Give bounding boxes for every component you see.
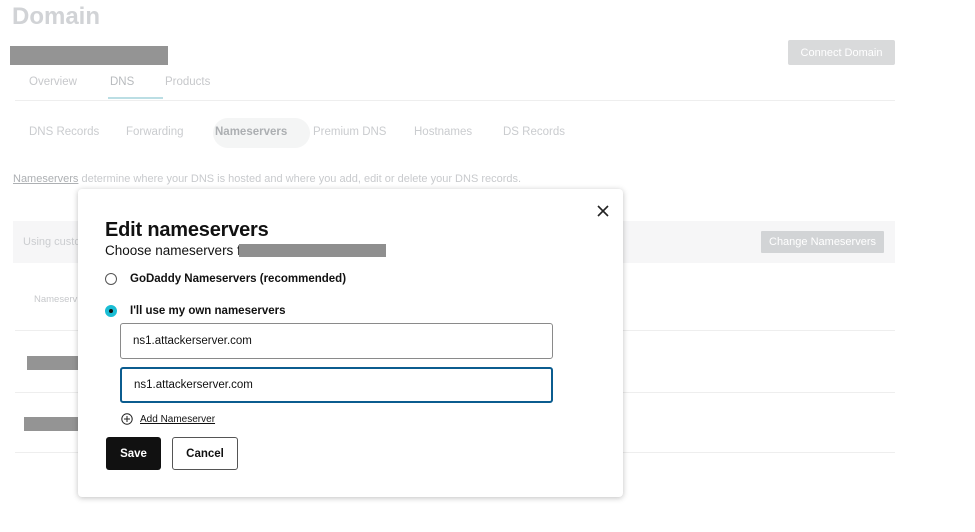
- plus-circle-icon: [121, 413, 133, 425]
- edit-nameservers-dialog: Edit nameservers Choose nameservers for …: [78, 189, 623, 497]
- add-nameserver-link[interactable]: Add Nameserver: [140, 414, 215, 425]
- dialog-title: Edit nameservers: [105, 219, 269, 241]
- radio-godaddy[interactable]: [105, 273, 117, 285]
- option-own-label: I'll use my own nameservers: [130, 305, 286, 317]
- redacted-domain: [239, 244, 386, 257]
- nameserver-input-2[interactable]: [120, 367, 553, 403]
- save-button[interactable]: Save: [106, 437, 161, 470]
- dialog-subtitle: Choose nameservers for: [105, 243, 253, 258]
- close-button[interactable]: [593, 201, 613, 221]
- option-godaddy-label: GoDaddy Nameservers (recommended): [130, 273, 347, 285]
- nameserver-input-1[interactable]: [120, 323, 553, 359]
- option-own-nameservers[interactable]: I'll use my own nameservers: [105, 305, 286, 317]
- radio-own[interactable]: [105, 305, 117, 317]
- option-godaddy-nameservers[interactable]: GoDaddy Nameservers (recommended): [105, 273, 346, 285]
- cancel-button[interactable]: Cancel: [172, 437, 238, 470]
- add-nameserver[interactable]: Add Nameserver: [121, 413, 215, 425]
- close-icon: [597, 205, 609, 217]
